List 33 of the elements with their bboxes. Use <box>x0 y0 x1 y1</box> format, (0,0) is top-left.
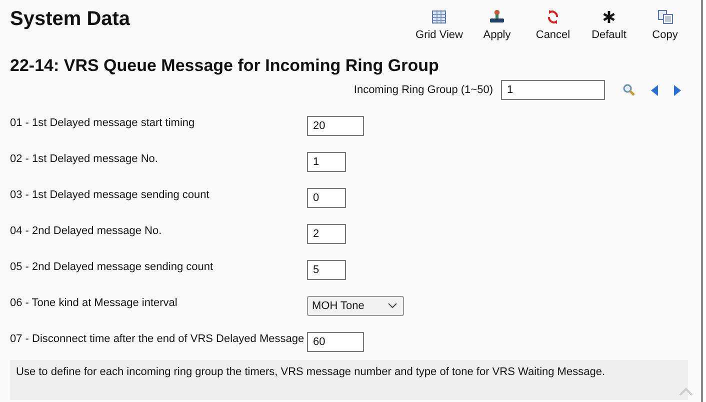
toolbar-button[interactable]: Grid View <box>410 6 469 44</box>
next-icon[interactable] <box>674 84 681 96</box>
field-label: 01 - 1st Delayed message start timing <box>10 117 196 129</box>
caret-icon <box>388 303 397 309</box>
field-label: 05 - 2nd Delayed message sending count <box>10 261 214 273</box>
grid-icon <box>432 9 446 25</box>
input-field[interactable]: 2 <box>307 224 346 244</box>
description-text: Use to define for each incoming ring group the timers, VRS message number and type of tone for VRS Waiting Message. <box>16 366 605 378</box>
toolbar-button[interactable]: Apply <box>469 6 525 44</box>
asterisk-icon <box>602 9 616 25</box>
section-heading: 22-14: VRS Queue Message for Incoming Ring Group <box>9 55 440 76</box>
ring-group-field[interactable]: 1 <box>501 80 605 100</box>
field-label: 03 - 1st Delayed message sending count <box>10 189 210 201</box>
previous-icon[interactable] <box>651 84 658 96</box>
field-label: 07 - Disconnect time after the end of VRS Delayed Message <box>10 333 306 345</box>
toolbar-button[interactable]: Cancel <box>525 6 581 44</box>
field-label: 02 - 1st Delayed message No. <box>10 153 159 165</box>
input-field[interactable]: 60 <box>307 332 364 352</box>
input-field[interactable]: 5 <box>307 260 346 280</box>
field-label: 04 - 2nd Delayed message No. <box>10 225 163 237</box>
copy-icon <box>658 9 672 25</box>
field-label: Incoming Ring Group (1~50) <box>354 84 493 96</box>
page-title: System Data <box>10 8 130 31</box>
stamp-icon <box>489 9 505 25</box>
input-field[interactable]: 20 <box>307 116 364 136</box>
toolbar-button[interactable]: Copy <box>637 6 693 44</box>
field-label: 06 - Tone kind at Message interval <box>10 297 178 309</box>
toolbar-button[interactable]: Default <box>581 6 637 44</box>
input-field[interactable]: 0 <box>307 188 346 208</box>
dropdown[interactable]: MOH Tone <box>307 296 404 316</box>
refresh-icon <box>547 9 559 25</box>
search-icon[interactable] <box>623 84 635 96</box>
input-field[interactable]: 1 <box>307 152 346 172</box>
